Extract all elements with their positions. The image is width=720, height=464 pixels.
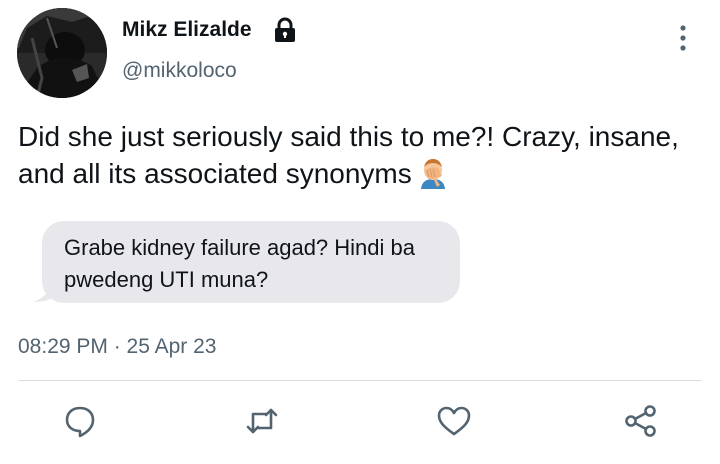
avatar[interactable] [17,8,107,98]
facepalm-emoji-icon [418,157,448,189]
reply-button[interactable] [62,403,98,439]
reply-icon [65,406,95,438]
tweet-text-content: Did she just seriously said this to me?!… [18,121,679,189]
more-options-icon[interactable] [672,22,694,54]
tweet-timestamp[interactable]: 08:29 PM · 25 Apr 23 [18,335,216,359]
retweet-button[interactable] [244,403,280,439]
avatar-image [17,8,107,98]
divider [18,380,702,381]
like-button[interactable] [436,403,472,439]
message-bubble-text: Grabe kidney failure agad? Hindi ba pwed… [64,235,416,292]
tweet-text: Did she just seriously said this to me?!… [18,118,698,192]
share-button[interactable] [623,403,659,439]
share-icon [625,405,656,437]
lock-icon [273,17,297,43]
like-icon [437,406,471,436]
author-handle[interactable]: @mikkoloco [122,59,237,83]
author-display-name[interactable]: Mikz Elizalde [122,18,252,42]
retweet-icon [246,408,278,434]
